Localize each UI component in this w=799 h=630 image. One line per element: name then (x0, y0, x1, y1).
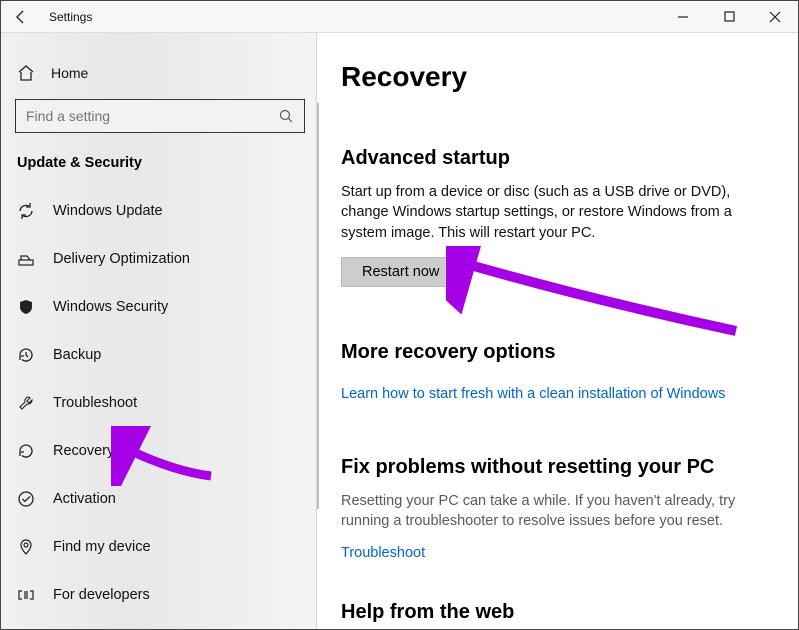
sidebar-group-title: Update & Security (17, 155, 302, 171)
sidebar-item-troubleshoot[interactable]: Troubleshoot (15, 381, 302, 425)
search-icon (278, 108, 294, 124)
maximize-button[interactable] (706, 1, 752, 33)
sidebar-item-windows-security[interactable]: Windows Security (15, 285, 302, 329)
sidebar-item-label: Backup (53, 347, 101, 363)
minimize-button[interactable] (660, 1, 706, 33)
sidebar-home[interactable]: Home (15, 53, 302, 93)
code-icon (17, 586, 35, 604)
advanced-startup-body: Start up from a device or disc (such as … (341, 182, 761, 243)
wrench-icon (17, 394, 35, 412)
sidebar-item-label: Activation (53, 491, 116, 507)
sync-icon (17, 202, 35, 220)
sidebar-item-label: Windows Security (53, 299, 168, 315)
troubleshoot-link[interactable]: Troubleshoot (341, 545, 764, 561)
sidebar-item-find-my-device[interactable]: Find my device (15, 525, 302, 569)
fix-problems-heading: Fix problems without resetting your PC (341, 456, 764, 479)
sidebar: Home Update & Security Windows Update De… (1, 33, 316, 629)
sidebar-item-recovery[interactable]: Recovery (15, 429, 302, 473)
sidebar-item-activation[interactable]: Activation (15, 477, 302, 521)
recovery-icon (17, 442, 35, 460)
sidebar-item-label: Delivery Optimization (53, 251, 190, 267)
fix-problems-body: Resetting your PC can take a while. If y… (341, 491, 761, 532)
sidebar-home-label: Home (51, 65, 88, 81)
titlebar: Settings (1, 1, 798, 33)
advanced-startup-heading: Advanced startup (341, 147, 764, 170)
help-from-web-heading: Help from the web (341, 601, 764, 624)
history-icon (17, 346, 35, 364)
sidebar-item-delivery-optimization[interactable]: Delivery Optimization (15, 237, 302, 281)
close-button[interactable] (752, 1, 798, 33)
sidebar-item-label: Find my device (53, 539, 151, 555)
shield-icon (17, 298, 35, 316)
sidebar-item-label: Troubleshoot (53, 395, 137, 411)
home-icon (17, 64, 35, 82)
sidebar-item-label: For developers (53, 587, 150, 603)
sidebar-item-label: Windows Update (53, 203, 163, 219)
page-title: Recovery (341, 61, 764, 93)
start-fresh-link[interactable]: Learn how to start fresh with a clean in… (341, 386, 764, 402)
main-panel: Recovery Advanced startup Start up from … (316, 33, 798, 629)
check-circle-icon (17, 490, 35, 508)
search-input[interactable] (26, 108, 278, 124)
sidebar-item-label: Recovery (53, 443, 114, 459)
restart-now-button[interactable]: Restart now (341, 257, 460, 287)
scroll-indicator (317, 103, 319, 509)
sidebar-item-windows-update[interactable]: Windows Update (15, 189, 302, 233)
location-icon (17, 538, 35, 556)
back-button[interactable] (1, 1, 41, 33)
window-title: Settings (49, 10, 92, 24)
sidebar-item-backup[interactable]: Backup (15, 333, 302, 377)
sidebar-item-for-developers[interactable]: For developers (15, 573, 302, 617)
delivery-icon (17, 250, 35, 268)
more-recovery-heading: More recovery options (341, 341, 764, 364)
search-box[interactable] (15, 99, 305, 133)
